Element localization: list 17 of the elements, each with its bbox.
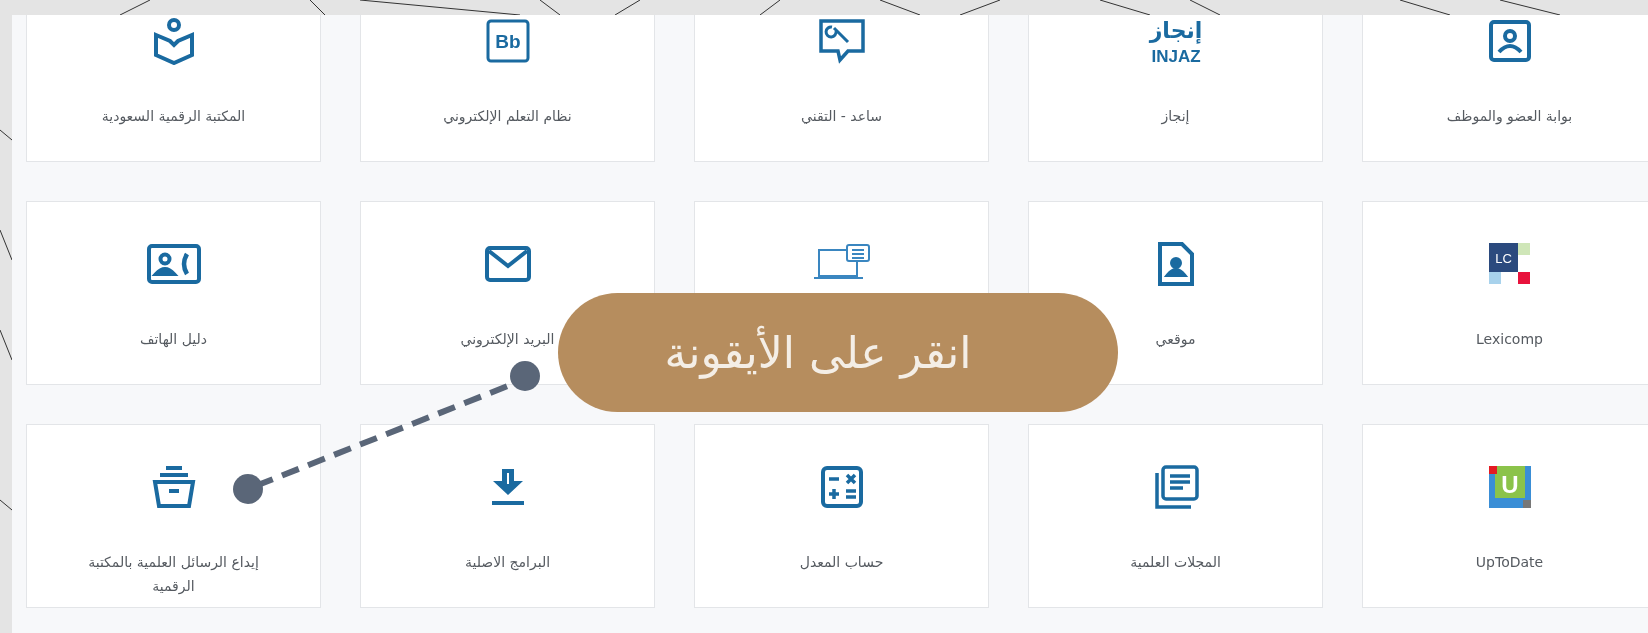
service-label: بوابة العضو والموظف bbox=[1445, 107, 1574, 127]
service-label: ساعد - التقني bbox=[800, 107, 883, 126]
service-label: المكتبة الرقمية السعودية bbox=[100, 107, 247, 127]
service-label: Lexicomp bbox=[1475, 330, 1544, 349]
callout-text: انقر على الأيقونة bbox=[664, 324, 972, 381]
service-label: المجلات العلمية bbox=[1129, 553, 1222, 572]
service-label: UpToDate bbox=[1474, 553, 1545, 572]
service-label: نظام التعلم الإلكتروني bbox=[442, 107, 573, 127]
service-label: دليل الهاتف bbox=[139, 330, 209, 350]
service-label: البرامج الاصلية bbox=[463, 553, 552, 573]
service-label: موقعي bbox=[1154, 330, 1197, 350]
service-label: إنجاز bbox=[1160, 107, 1191, 127]
uptodate-logo-icon: U bbox=[1488, 466, 1531, 508]
service-label: البريد الإلكتروني bbox=[459, 330, 556, 350]
bb-logo-icon: Bb bbox=[485, 19, 530, 63]
service-label: إيداع الرسائل العلمية بالمكتبة الرقمية bbox=[87, 553, 260, 597]
service-label: حساب المعدل bbox=[798, 553, 885, 572]
